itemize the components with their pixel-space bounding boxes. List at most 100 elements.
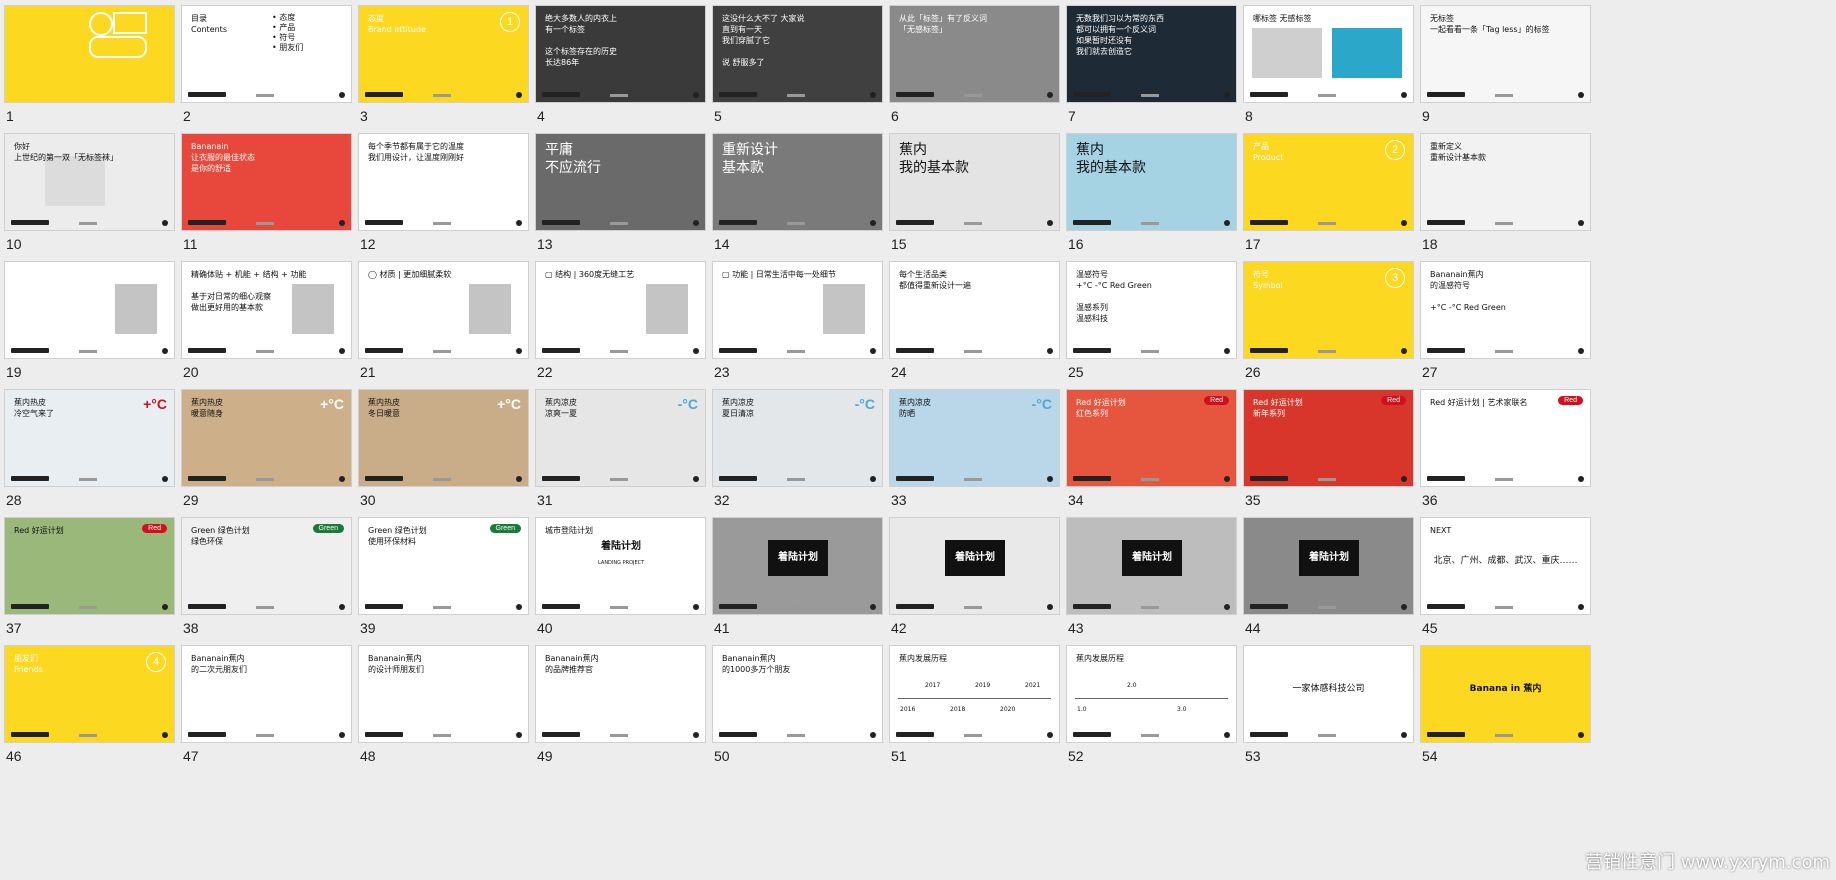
slide-thumbnail[interactable]: 态度 Brand attitude 1 [358,5,529,103]
slide-thumbnail[interactable]: ▢ 结构 | 360度无缝工艺 [535,261,706,359]
slide-thumbnail[interactable]: Red 好运计划 新年系列 Red [1243,389,1414,487]
slide-thumbnail[interactable]: 产品 Product 2 [1243,133,1414,231]
slide-thumbnail[interactable]: 蕉内发展历程 1.0 2.0 3.0 [1066,645,1237,743]
slide-text: 符号 Symbol [1253,270,1283,290]
slide-thumbnail[interactable]: 蕉内发展历程 2016 2017 2018 2019 2020 2021 [889,645,1060,743]
slide-thumbnail[interactable]: Green 绿色计划 使用环保材料 Green [358,517,529,615]
slide-thumbnail[interactable]: 蕉内凉皮 凉爽一夏 -°C [535,389,706,487]
slide-thumbnail[interactable]: 着陆计划 [889,517,1060,615]
slide-thumbnail[interactable]: 蕉内凉皮 防晒 -°C [889,389,1060,487]
slide-footer-logo [896,348,934,353]
slide-cell: 蕉内凉皮 防晒 -°C 33 [885,384,1065,532]
slide-footer-logo [188,732,226,737]
slide-thumbnail[interactable]: 蕉内热皮 暖意随身 +°C [181,389,352,487]
timeline-year: 3.0 [1177,706,1187,713]
slide-text: 这没什么大不了 大家说 直到有一天 我们穿腻了它 说 舒服多了 [722,14,805,67]
slide-footer-dot [870,220,876,226]
slide-thumbnail[interactable]: Banana in 蕉内 [1420,645,1591,743]
slide-thumbnail[interactable]: Bananain蕉内 的设计师朋友们 [358,645,529,743]
slide-thumbnail[interactable]: 绝大多数人的内衣上 有一个标签 这个标签存在的历史 长达86年 [535,5,706,103]
slide-thumbnail[interactable]: 温感符号 +°C -°C Red Green 温感系列 温感科技 [1066,261,1237,359]
slide-thumbnail[interactable]: NEXT 北京、广州、成都、武汉、重庆…… [1420,517,1591,615]
slide-thumbnail[interactable]: Bananain蕉内 的二次元朋友们 [181,645,352,743]
slide-footer-text [1318,350,1336,353]
slide-thumbnail[interactable]: Bananain蕉内 的温感符号 +°C -°C Red Green [1420,261,1591,359]
slide-thumbnail[interactable]: Red 好运计划 Red [4,517,175,615]
slide-thumbnail[interactable]: 蕉内热皮 冬日暖意 +°C [358,389,529,487]
slide-text: 每个生活品类 都值得重新设计一遍 [899,270,971,290]
slide-cell: Bananain蕉内 的温感符号 +°C -°C Red Green 27 [1416,256,1596,404]
landing-logo-sub: LANDING PROJECT [598,560,645,566]
slide-cell: Green 绿色计划 绿色环保 Green 38 [177,512,357,660]
slide-sorter-grid: 1 目录 Contents • 态度 • 产品 • 符号 • 朋友们 2 态度 Brand a… [0,0,1836,880]
slide-footer-dot [1224,220,1230,226]
slide-footer-dot [1224,348,1230,354]
slide-thumbnail[interactable]: 蕉内凉皮 夏日清凉 -°C [712,389,883,487]
slide-text: Red 好运计划 [14,526,64,535]
slide-number: 27 [1422,364,1438,380]
slide-thumbnail[interactable]: 城市登陆计划 着陆计划 LANDING PROJECT [535,517,706,615]
slide-footer-logo [542,732,580,737]
slide-thumbnail[interactable]: 哪标签 无感标签 [1243,5,1414,103]
slide-thumbnail[interactable]: Bananain 让衣服的最佳状态 是你的舒适 [181,133,352,231]
slide-footer-dot [516,604,522,610]
slide-thumbnail[interactable]: 蕉内 我的基本款 [1066,133,1237,231]
slide-thumbnail[interactable]: 符号 Symbol 3 [1243,261,1414,359]
slide-footer-logo [719,220,757,225]
slide-thumbnail[interactable]: 平庸 不应流行 [535,133,706,231]
slide-text: 蕉内 我的基本款 [899,142,969,176]
slide-cell: Red 好运计划 新年系列 Red 35 [1239,384,1419,532]
slide-thumbnail[interactable]: 蕉内热皮 冷空气来了 +°C [4,389,175,487]
slide-thumbnail[interactable] [4,5,175,103]
series-badge: Red [1204,396,1229,405]
slide-cell: 这没什么大不了 大家说 直到有一天 我们穿腻了它 说 舒服多了 5 [708,0,888,148]
slide-thumbnail[interactable]: 无标签 一起看看一条「Tag less」的标签 [1420,5,1591,103]
slide-footer-text [1495,478,1513,481]
slide-footer-logo [365,348,403,353]
slide-footer-dot [693,348,699,354]
slide-thumbnail[interactable]: 这没什么大不了 大家说 直到有一天 我们穿腻了它 说 舒服多了 [712,5,883,103]
slide-cell: 蕉内热皮 暖意随身 +°C 29 [177,384,357,532]
slide-footer-logo [11,732,49,737]
slide-thumbnail[interactable]: 精确体贴 + 机能 + 结构 + 功能 基于对日常的细心观察 做出更好用的基本款 [181,261,352,359]
slide-footer-dot [1401,604,1407,610]
slide-number: 41 [714,620,730,636]
slide-photo [469,284,511,334]
slide-thumbnail[interactable]: 重新设计 基本款 [712,133,883,231]
slide-cell: 城市登陆计划 着陆计划 LANDING PROJECT 40 [531,512,711,660]
slide-footer-logo [1427,220,1465,225]
slide-thumbnail[interactable]: 无数我们习以为常的东西 都可以拥有一个反义词 如果暂时还没有 我们就去创造它 [1066,5,1237,103]
slide-footer-text [1495,94,1513,97]
slide-thumbnail[interactable]: ▢ 功能 | 日常生活中每一处细节 [712,261,883,359]
slide-footer-dot [339,348,345,354]
slide-thumbnail[interactable]: Red 好运计划 红色系列 Red [1066,389,1237,487]
slide-thumbnail[interactable]: ◯ 材质 | 更加细腻柔软 [358,261,529,359]
slide-number: 42 [891,620,907,636]
slide-thumbnail[interactable] [4,261,175,359]
slide-thumbnail[interactable]: 朋友们 Friends 4 [4,645,175,743]
slide-text: Bananain蕉内 的品牌推荐官 [545,654,599,674]
slide-thumbnail[interactable]: 着陆计划 [1243,517,1414,615]
slide-thumbnail[interactable]: 着陆计划 [1066,517,1237,615]
slide-thumbnail[interactable]: Bananain蕉内 的品牌推荐官 [535,645,706,743]
slide-thumbnail[interactable]: 每个季节都有属于它的温度 我们用设计，让温度刚刚好 [358,133,529,231]
timeline-year: 2017 [925,682,941,689]
slide-cell: Bananain蕉内 的1000多万个朋友 50 [708,640,888,788]
slide-thumbnail[interactable]: Bananain蕉内 的1000多万个朋友 [712,645,883,743]
slide-thumbnail[interactable]: 从此「标签」有了反义词 「无感标签」 [889,5,1060,103]
contents-list-item: • 朋友们 [272,43,304,52]
slide-footer-logo [365,476,403,481]
slide-thumbnail[interactable]: 目录 Contents • 态度 • 产品 • 符号 • 朋友们 [181,5,352,103]
slide-thumbnail[interactable]: Red 好运计划 | 艺术家联名 Red [1420,389,1591,487]
slide-text: 态度 Brand attitude [368,14,426,34]
slide-thumbnail[interactable]: 蕉内 我的基本款 [889,133,1060,231]
slide-thumbnail[interactable]: 每个生活品类 都值得重新设计一遍 [889,261,1060,359]
slide-text: 目录 Contents [191,14,227,34]
slide-thumbnail[interactable]: 你好 上世纪的第一双「无标签袜」 [4,133,175,231]
slide-thumbnail[interactable]: 一家体感科技公司 [1243,645,1414,743]
slide-thumbnail[interactable]: 着陆计划 [712,517,883,615]
slide-thumbnail[interactable]: 重新定义 重新设计基本款 [1420,133,1591,231]
slide-thumbnail[interactable]: Green 绿色计划 绿色环保 Green [181,517,352,615]
slide-number: 31 [537,492,553,508]
slide-number: 22 [537,364,553,380]
